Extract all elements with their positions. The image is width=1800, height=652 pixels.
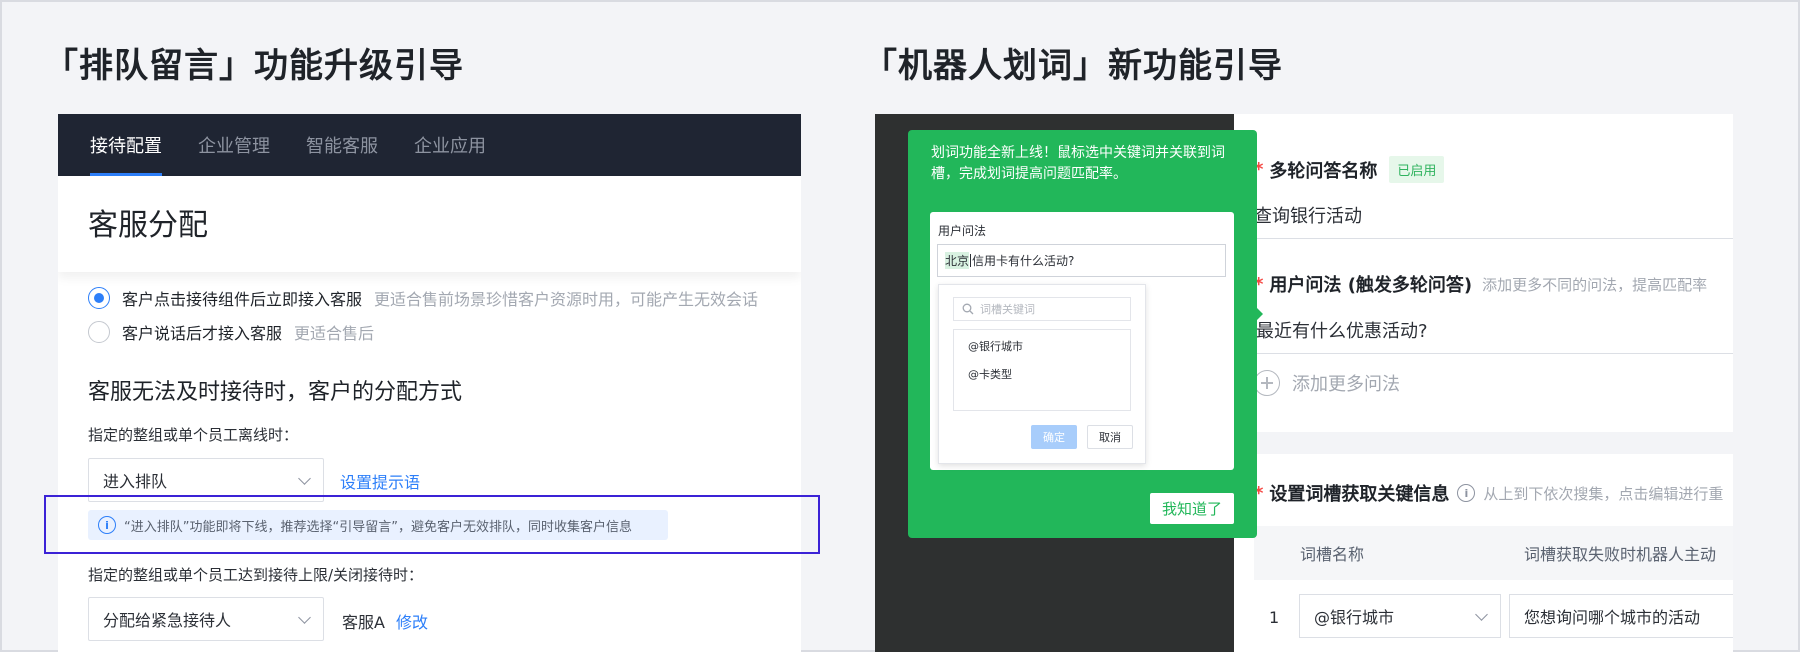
label-text: 设置词槽获取关键信息 — [1269, 484, 1450, 505]
offline-label: 指定的整组或单个员工离线时： — [88, 426, 299, 444]
row-prompt-input[interactable]: 您想询问哪个城市的活动 — [1509, 594, 1733, 638]
offline-select-value: 进入排队 — [103, 472, 168, 491]
limit-label: 指定的整组或单个员工达到接待上限/关闭接待时： — [88, 566, 424, 584]
header-fail-prompt: 词槽获取失败时机器人主动 — [1524, 545, 1717, 564]
multi-qa-name-input[interactable]: 查询银行活动 — [1254, 202, 1733, 239]
top-nav: 接待配置 企业管理 智能客服 企业应用 — [58, 114, 801, 176]
limit-agent-name: 客服A — [342, 613, 385, 632]
set-prompt-link[interactable]: 设置提示语 — [340, 469, 420, 493]
add-circle-icon — [1254, 370, 1280, 396]
popover-arrow — [1253, 304, 1263, 324]
text-cursor — [970, 254, 972, 267]
info-icon[interactable]: i — [1457, 484, 1476, 502]
popover-demo-illustration: 用户问法 北京 信用卡有什么活动? 词槽关键词 @银行城市 @卡类型 确定 取消 — [930, 212, 1234, 470]
row-slot-value: @银行城市 — [1314, 608, 1395, 627]
page-title-bar: 客服分配 — [58, 176, 801, 272]
radio-option-immediate[interactable]: 客户点击接待组件后立即接入客服 更适合售前场景珍惜客户资源时用，可能产生无效会话 — [88, 286, 758, 310]
radio-option-after-speak[interactable]: 客户说话后才接入客服 更适合售后 — [88, 320, 374, 344]
left-screenshot-panel: 接待配置 企业管理 智能客服 企业应用 客服分配 客户点击接待组件后立即接入客服… — [58, 114, 801, 652]
user-question-input[interactable]: 最近有什么优惠活动? — [1256, 317, 1733, 354]
label-text: 多轮问答名称 — [1269, 160, 1378, 182]
row-slot-select[interactable]: @银行城市 — [1299, 594, 1501, 638]
nav-tab-smart-service[interactable]: 智能客服 — [306, 114, 378, 176]
add-more-questions-button[interactable]: 添加更多问法 — [1254, 370, 1400, 396]
demo-cancel-button: 取消 — [1087, 425, 1133, 449]
left-section-title: 「排队留言」功能升级引导 — [44, 46, 464, 86]
allocation-subheading: 客服无法及时接待时，客户的分配方式 — [88, 380, 463, 405]
demo-search-box: 词槽关键词 — [953, 297, 1131, 321]
demo-slot-item: @卡类型 — [968, 368, 1012, 381]
radio-hint: 更适合售后 — [294, 324, 375, 343]
row-prompt-value: 您想询问哪个城市的活动 — [1524, 608, 1701, 627]
chevron-down-icon — [298, 472, 311, 485]
user-question-label: * 用户问法 (触发多轮问答) 添加更多不同的问法，提高匹配率 — [1254, 271, 1707, 297]
radio-hint: 更适合售前场景珍惜客户资源时用，可能产生无效会话 — [374, 290, 759, 309]
add-more-label: 添加更多问法 — [1292, 374, 1400, 395]
nav-tab-enterprise-management[interactable]: 企业管理 — [198, 114, 270, 176]
demo-label: 用户问法 — [938, 224, 987, 238]
radio-label: 客户说话后才接入客服 — [122, 324, 283, 343]
radio-checked-icon[interactable] — [88, 287, 110, 309]
right-screenshot-panel: * 多轮问答名称 已启用 查询银行活动 * 用户问法 (触发多轮问答) 添加更多… — [875, 114, 1733, 652]
multi-qa-name-label: * 多轮问答名称 已启用 — [1254, 156, 1445, 183]
highlight-annotation-box — [44, 495, 820, 554]
demo-input: 北京 信用卡有什么活动? — [937, 244, 1226, 277]
demo-input-text: 信用卡有什么活动? — [972, 254, 1075, 268]
label-text: 用户问法 (触发多轮问答) — [1269, 275, 1473, 296]
right-section-title: 「机器人划词」新功能引导 — [863, 46, 1283, 86]
feature-guide-popover: 划词功能全新上线！鼠标选中关键词并关联到词槽，完成划词提高问题匹配率。 用户问法… — [908, 130, 1257, 538]
slot-table-header: 词槽名称 词槽获取失败时机器人主动 — [1254, 526, 1733, 580]
got-it-button[interactable]: 我知道了 — [1150, 493, 1234, 524]
demo-slot-item: @银行城市 — [968, 340, 1023, 353]
nav-tab-reception-config[interactable]: 接待配置 — [90, 114, 162, 176]
slot-label: * 设置词槽获取关键信息 i 从上到下依次搜集，点击编辑进行重 — [1254, 480, 1723, 506]
demo-slot-dropdown: 词槽关键词 @银行城市 @卡类型 确定 取消 — [938, 284, 1146, 464]
limit-select[interactable]: 分配给紧急接待人 — [88, 597, 324, 641]
limit-select-value: 分配给紧急接待人 — [103, 611, 232, 630]
chevron-down-icon — [298, 611, 311, 624]
chevron-down-icon — [1475, 608, 1488, 621]
page-title: 客服分配 — [88, 208, 208, 243]
demo-ok-button: 确定 — [1031, 425, 1077, 449]
qa-form-card: * 多轮问答名称 已启用 查询银行活动 * 用户问法 (触发多轮问答) 添加更多… — [1234, 114, 1733, 432]
radio-unchecked-icon[interactable] — [88, 321, 110, 343]
demo-highlight-text: 北京 — [945, 252, 970, 269]
label-hint: 添加更多不同的问法，提高匹配率 — [1482, 275, 1708, 294]
header-slot-name: 词槽名称 — [1300, 545, 1365, 564]
enabled-status-badge: 已启用 — [1389, 156, 1445, 183]
popover-text: 划词功能全新上线！鼠标选中关键词并关联到词槽，完成划词提高问题匹配率。 — [931, 145, 1225, 182]
modify-link[interactable]: 修改 — [396, 609, 428, 633]
slot-form-card: * 设置词槽获取关键信息 i 从上到下依次搜集，点击编辑进行重 词槽名称 词槽获… — [1234, 454, 1733, 652]
radio-label: 客户点击接待组件后立即接入客服 — [122, 290, 363, 309]
demo-search-placeholder: 词槽关键词 — [980, 303, 1035, 316]
search-icon — [962, 303, 974, 315]
row-index: 1 — [1269, 608, 1280, 627]
demo-slot-list: @银行城市 @卡类型 — [953, 329, 1131, 411]
label-hint: 从上到下依次搜集，点击编辑进行重 — [1483, 484, 1724, 503]
nav-tab-enterprise-apps[interactable]: 企业应用 — [414, 114, 486, 176]
